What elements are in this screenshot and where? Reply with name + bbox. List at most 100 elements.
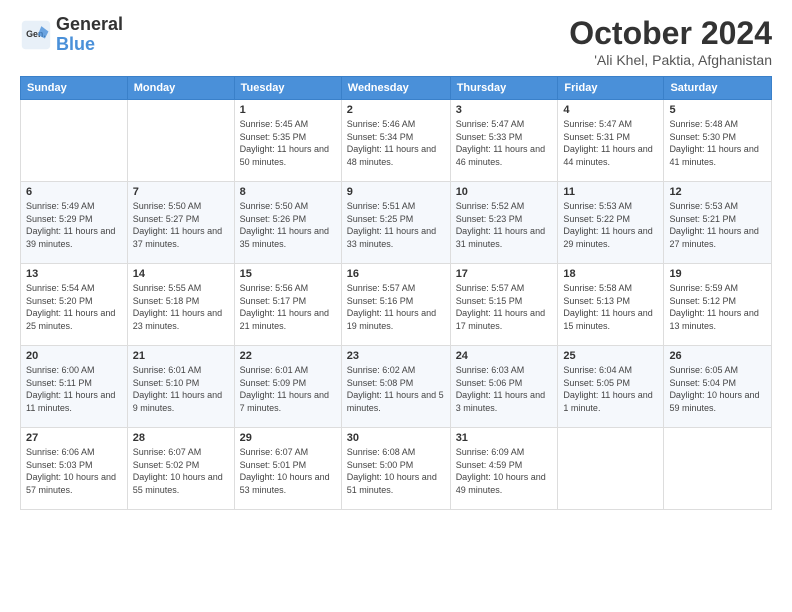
day-number: 5 (669, 104, 766, 116)
week-row-4: 27 Sunrise: 6:06 AM Sunset: 5:03 PM Dayli… (21, 428, 772, 510)
day-info: Sunrise: 5:46 AM Sunset: 5:34 PM Dayligh… (347, 118, 445, 168)
cell-w0d0 (21, 100, 128, 182)
cell-w4d0: 27 Sunrise: 6:06 AM Sunset: 5:03 PM Dayli… (21, 428, 128, 510)
col-friday: Friday (558, 77, 664, 100)
cell-w1d0: 6Sunrise: 5:49 AM Sunset: 5:29 PM Daylig… (21, 182, 128, 264)
day-number: 30 (347, 432, 445, 444)
day-number: 21 (133, 350, 229, 362)
day-info: Sunrise: 5:47 AM Sunset: 5:33 PM Dayligh… (456, 118, 553, 168)
cell-w1d1: 7Sunrise: 5:50 AM Sunset: 5:27 PM Daylig… (127, 182, 234, 264)
day-info: Sunrise: 6:01 AM Sunset: 5:09 PM Dayligh… (240, 364, 336, 414)
month-title: October 2024 (569, 15, 772, 52)
day-info: Sunrise: 5:50 AM Sunset: 5:26 PM Dayligh… (240, 200, 336, 250)
day-number: 7 (133, 186, 229, 198)
header-row: Sunday Monday Tuesday Wednesday Thursday… (21, 77, 772, 100)
cell-w3d0: 20Sunrise: 6:00 AM Sunset: 5:11 PM Dayli… (21, 346, 128, 428)
calendar-body: 1Sunrise: 5:45 AM Sunset: 5:35 PM Daylig… (21, 100, 772, 510)
day-number: 14 (133, 268, 229, 280)
cell-w4d4: 31Sunrise: 6:09 AM Sunset: 4:59 PM Dayli… (450, 428, 558, 510)
calendar-header: Sunday Monday Tuesday Wednesday Thursday… (21, 77, 772, 100)
day-info: Sunrise: 6:01 AM Sunset: 5:10 PM Dayligh… (133, 364, 229, 414)
cell-w1d6: 12 Sunrise: 5:53 AM Sunset: 5:21 PM Dayli… (664, 182, 772, 264)
day-info: Sunrise: 6:08 AM Sunset: 5:00 PM Dayligh… (347, 446, 445, 496)
week-row-1: 6Sunrise: 5:49 AM Sunset: 5:29 PM Daylig… (21, 182, 772, 264)
day-info: Sunrise: 5:53 AM Sunset: 5:22 PM Dayligh… (563, 200, 658, 250)
cell-w3d6: 26 Sunrise: 6:05 AM Sunset: 5:04 PM Dayli… (664, 346, 772, 428)
calendar: Sunday Monday Tuesday Wednesday Thursday… (20, 76, 772, 510)
week-row-3: 20Sunrise: 6:00 AM Sunset: 5:11 PM Dayli… (21, 346, 772, 428)
cell-w2d2: 15 Sunrise: 5:56 AM Sunset: 5:17 PM Dayli… (234, 264, 341, 346)
cell-w4d5 (558, 428, 664, 510)
day-number: 27 (26, 432, 122, 444)
cell-w4d1: 28Sunrise: 6:07 AM Sunset: 5:02 PM Dayli… (127, 428, 234, 510)
cell-w3d2: 22 Sunrise: 6:01 AM Sunset: 5:09 PM Dayli… (234, 346, 341, 428)
day-info: Sunrise: 5:59 AM Sunset: 5:12 PM Dayligh… (669, 282, 766, 332)
day-number: 16 (347, 268, 445, 280)
cell-w2d3: 16 Sunrise: 5:57 AM Sunset: 5:16 PM Dayli… (341, 264, 450, 346)
day-number: 4 (563, 104, 658, 116)
day-info: Sunrise: 5:54 AM Sunset: 5:20 PM Dayligh… (26, 282, 122, 332)
logo-line1: General (56, 15, 123, 35)
day-number: 26 (669, 350, 766, 362)
day-info: Sunrise: 6:06 AM Sunset: 5:03 PM Dayligh… (26, 446, 122, 496)
day-info: Sunrise: 5:56 AM Sunset: 5:17 PM Dayligh… (240, 282, 336, 332)
cell-w2d1: 14 Sunrise: 5:55 AM Sunset: 5:18 PM Dayli… (127, 264, 234, 346)
col-tuesday: Tuesday (234, 77, 341, 100)
cell-w1d3: 9Sunrise: 5:51 AM Sunset: 5:25 PM Daylig… (341, 182, 450, 264)
week-row-2: 13 Sunrise: 5:54 AM Sunset: 5:20 PM Dayli… (21, 264, 772, 346)
day-info: Sunrise: 5:58 AM Sunset: 5:13 PM Dayligh… (563, 282, 658, 332)
col-sunday: Sunday (21, 77, 128, 100)
cell-w2d5: 18 Sunrise: 5:58 AM Sunset: 5:13 PM Dayli… (558, 264, 664, 346)
logo-line2: Blue (56, 35, 123, 55)
day-info: Sunrise: 5:55 AM Sunset: 5:18 PM Dayligh… (133, 282, 229, 332)
day-info: Sunrise: 5:48 AM Sunset: 5:30 PM Dayligh… (669, 118, 766, 168)
day-info: Sunrise: 6:09 AM Sunset: 4:59 PM Dayligh… (456, 446, 553, 496)
day-info: Sunrise: 5:51 AM Sunset: 5:25 PM Dayligh… (347, 200, 445, 250)
day-info: Sunrise: 5:57 AM Sunset: 5:15 PM Dayligh… (456, 282, 553, 332)
day-info: Sunrise: 6:05 AM Sunset: 5:04 PM Dayligh… (669, 364, 766, 414)
col-wednesday: Wednesday (341, 77, 450, 100)
day-number: 23 (347, 350, 445, 362)
cell-w4d2: 29 Sunrise: 6:07 AM Sunset: 5:01 PM Dayli… (234, 428, 341, 510)
week-row-0: 1Sunrise: 5:45 AM Sunset: 5:35 PM Daylig… (21, 100, 772, 182)
day-info: Sunrise: 5:47 AM Sunset: 5:31 PM Dayligh… (563, 118, 658, 168)
day-number: 28 (133, 432, 229, 444)
day-number: 25 (563, 350, 658, 362)
cell-w3d3: 23Sunrise: 6:02 AM Sunset: 5:08 PM Dayli… (341, 346, 450, 428)
day-number: 20 (26, 350, 122, 362)
cell-w2d0: 13 Sunrise: 5:54 AM Sunset: 5:20 PM Dayli… (21, 264, 128, 346)
cell-w1d4: 10 Sunrise: 5:52 AM Sunset: 5:23 PM Dayli… (450, 182, 558, 264)
logo-icon: Gen. (20, 19, 52, 51)
cell-w2d4: 17Sunrise: 5:57 AM Sunset: 5:15 PM Dayli… (450, 264, 558, 346)
day-info: Sunrise: 5:57 AM Sunset: 5:16 PM Dayligh… (347, 282, 445, 332)
day-number: 11 (563, 186, 658, 198)
day-number: 3 (456, 104, 553, 116)
day-number: 12 (669, 186, 766, 198)
cell-w0d4: 3 Sunrise: 5:47 AM Sunset: 5:33 PM Daylig… (450, 100, 558, 182)
day-number: 13 (26, 268, 122, 280)
col-thursday: Thursday (450, 77, 558, 100)
cell-w3d4: 24Sunrise: 6:03 AM Sunset: 5:06 PM Dayli… (450, 346, 558, 428)
day-number: 8 (240, 186, 336, 198)
day-number: 10 (456, 186, 553, 198)
day-info: Sunrise: 5:52 AM Sunset: 5:23 PM Dayligh… (456, 200, 553, 250)
day-number: 22 (240, 350, 336, 362)
day-info: Sunrise: 6:03 AM Sunset: 5:06 PM Dayligh… (456, 364, 553, 414)
cell-w3d1: 21 Sunrise: 6:01 AM Sunset: 5:10 PM Dayli… (127, 346, 234, 428)
day-number: 15 (240, 268, 336, 280)
header: Gen. General Blue October 2024 'Ali Khel… (20, 15, 772, 68)
col-saturday: Saturday (664, 77, 772, 100)
cell-w2d6: 19Sunrise: 5:59 AM Sunset: 5:12 PM Dayli… (664, 264, 772, 346)
cell-w0d1 (127, 100, 234, 182)
day-number: 18 (563, 268, 658, 280)
day-number: 29 (240, 432, 336, 444)
logo-text: General Blue (56, 15, 123, 55)
day-info: Sunrise: 6:07 AM Sunset: 5:01 PM Dayligh… (240, 446, 336, 496)
day-info: Sunrise: 6:04 AM Sunset: 5:05 PM Dayligh… (563, 364, 658, 414)
day-number: 2 (347, 104, 445, 116)
title-section: October 2024 'Ali Khel, Paktia, Afghanis… (569, 15, 772, 68)
cell-w4d3: 30 Sunrise: 6:08 AM Sunset: 5:00 PM Dayli… (341, 428, 450, 510)
col-monday: Monday (127, 77, 234, 100)
day-info: Sunrise: 5:53 AM Sunset: 5:21 PM Dayligh… (669, 200, 766, 250)
cell-w1d2: 8 Sunrise: 5:50 AM Sunset: 5:26 PM Daylig… (234, 182, 341, 264)
